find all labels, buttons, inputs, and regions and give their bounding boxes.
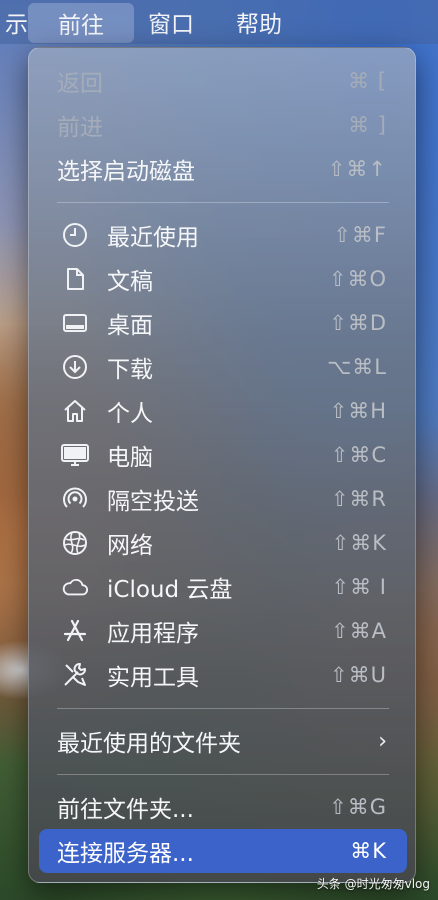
menu-item-label: 网络 (107, 533, 153, 559)
menu-item-desktop[interactable]: 桌面 ⇧⌘D (29, 301, 417, 345)
menubar-item-display[interactable]: 示 (0, 0, 28, 44)
menu-item-shortcut: ⇧⌘D (329, 311, 387, 335)
home-icon (61, 397, 89, 425)
airdrop-icon (61, 485, 89, 513)
cloud-icon (61, 573, 89, 601)
computer-icon (61, 441, 89, 469)
menu-separator (57, 708, 389, 709)
menu-item-back[interactable]: 返回 ⌘ [ (29, 59, 417, 103)
menu-item-label: 连接服务器... (57, 841, 194, 867)
menu-item-shortcut: ⇧⌘↑ (327, 157, 387, 181)
menu-item-forward[interactable]: 前进 ⌘ ] (29, 103, 417, 147)
menu-item-shortcut: ⇧⌘G (329, 795, 387, 819)
menu-item-label: 实用工具 (107, 665, 199, 691)
menu-item-home[interactable]: 个人 ⇧⌘H (29, 389, 417, 433)
menu-separator (57, 202, 389, 203)
menu-item-shortcut: ⇧⌘ I (331, 575, 387, 599)
menubar-item-window[interactable]: 窗口 (134, 0, 214, 44)
menu-item-label: iCloud 云盘 (107, 577, 233, 603)
applications-icon (61, 617, 89, 645)
menu-item-recents[interactable]: 最近使用 ⇧⌘F (29, 213, 417, 257)
menu-item-applications[interactable]: 应用程序 ⇧⌘A (29, 609, 417, 653)
menu-item-documents[interactable]: 文稿 ⇧⌘O (29, 257, 417, 301)
desktop-icon (61, 309, 89, 337)
menubar-item-help[interactable]: 帮助 (214, 0, 302, 44)
menu-item-utilities[interactable]: 实用工具 ⇧⌘U (29, 653, 417, 697)
menu-item-label: 最近使用 (107, 225, 199, 251)
menu-item-shortcut: ⇧⌘F (333, 223, 387, 247)
menu-item-shortcut: ⇧⌘H (329, 399, 387, 423)
menu-item-icloud-drive[interactable]: iCloud 云盘 ⇧⌘ I (29, 565, 417, 609)
document-icon (61, 265, 89, 293)
menu-item-label: 桌面 (107, 313, 153, 339)
menu-item-airdrop[interactable]: 隔空投送 ⇧⌘R (29, 477, 417, 521)
menubar-item-go[interactable]: 前往 (28, 3, 134, 43)
menu-item-shortcut: ⌘ ] (348, 113, 387, 137)
menu-item-label: 返回 (57, 71, 103, 97)
menu-item-shortcut: ⇧⌘C (330, 443, 387, 467)
menu-item-label: 前进 (57, 115, 103, 141)
clock-icon (61, 221, 89, 249)
utilities-icon (61, 661, 89, 689)
watermark-text: 头条 @时光匆匆vlog (316, 877, 430, 891)
menu-item-connect-to-server[interactable]: 连接服务器... ⌘K (39, 829, 407, 873)
menu-item-shortcut: ⇧⌘R (330, 487, 387, 511)
menu-item-shortcut: ⇧⌘U (330, 663, 387, 687)
menu-separator (57, 774, 389, 775)
menu-item-downloads[interactable]: 下载 ⌥⌘L (29, 345, 417, 389)
menu-item-label: 前往文件夹... (57, 797, 194, 823)
download-icon (61, 353, 89, 381)
menu-item-startup-disk[interactable]: 选择启动磁盘 ⇧⌘↑ (29, 147, 417, 191)
menu-item-shortcut: ⌘K (350, 839, 387, 863)
menu-item-shortcut: ⌥⌘L (327, 355, 387, 379)
menu-item-network[interactable]: 网络 ⇧⌘K (29, 521, 417, 565)
menu-item-shortcut: ⌘ [ (348, 69, 387, 93)
menu-item-label: 个人 (107, 401, 153, 427)
menu-item-label: 最近使用的文件夹 (57, 731, 241, 757)
menu-item-shortcut: ⇧⌘K (331, 531, 387, 555)
network-icon (61, 529, 89, 557)
menu-item-shortcut: ⇧⌘O (328, 267, 387, 291)
menu-item-label: 选择启动磁盘 (57, 159, 195, 185)
menu-item-computer[interactable]: 电脑 ⇧⌘C (29, 433, 417, 477)
chevron-right-icon: › (378, 728, 387, 754)
menu-item-label: 电脑 (107, 445, 153, 471)
menu-item-shortcut: ⇧⌘A (331, 619, 387, 643)
menu-item-label: 下载 (107, 357, 153, 383)
menu-bar: 示 前往 窗口 帮助 (0, 0, 438, 44)
menu-item-go-to-folder[interactable]: 前往文件夹... ⇧⌘G (29, 785, 417, 829)
menu-item-label: 应用程序 (107, 621, 199, 647)
menu-item-label: 隔空投送 (107, 489, 199, 515)
menu-item-label: 文稿 (107, 269, 153, 295)
go-menu-dropdown: 返回 ⌘ [ 前进 ⌘ ] 选择启动磁盘 ⇧⌘↑ 最近使用 ⇧⌘F 文稿 ⇧⌘O… (28, 47, 416, 883)
menu-item-recent-folders[interactable]: 最近使用的文件夹 › (29, 719, 417, 763)
